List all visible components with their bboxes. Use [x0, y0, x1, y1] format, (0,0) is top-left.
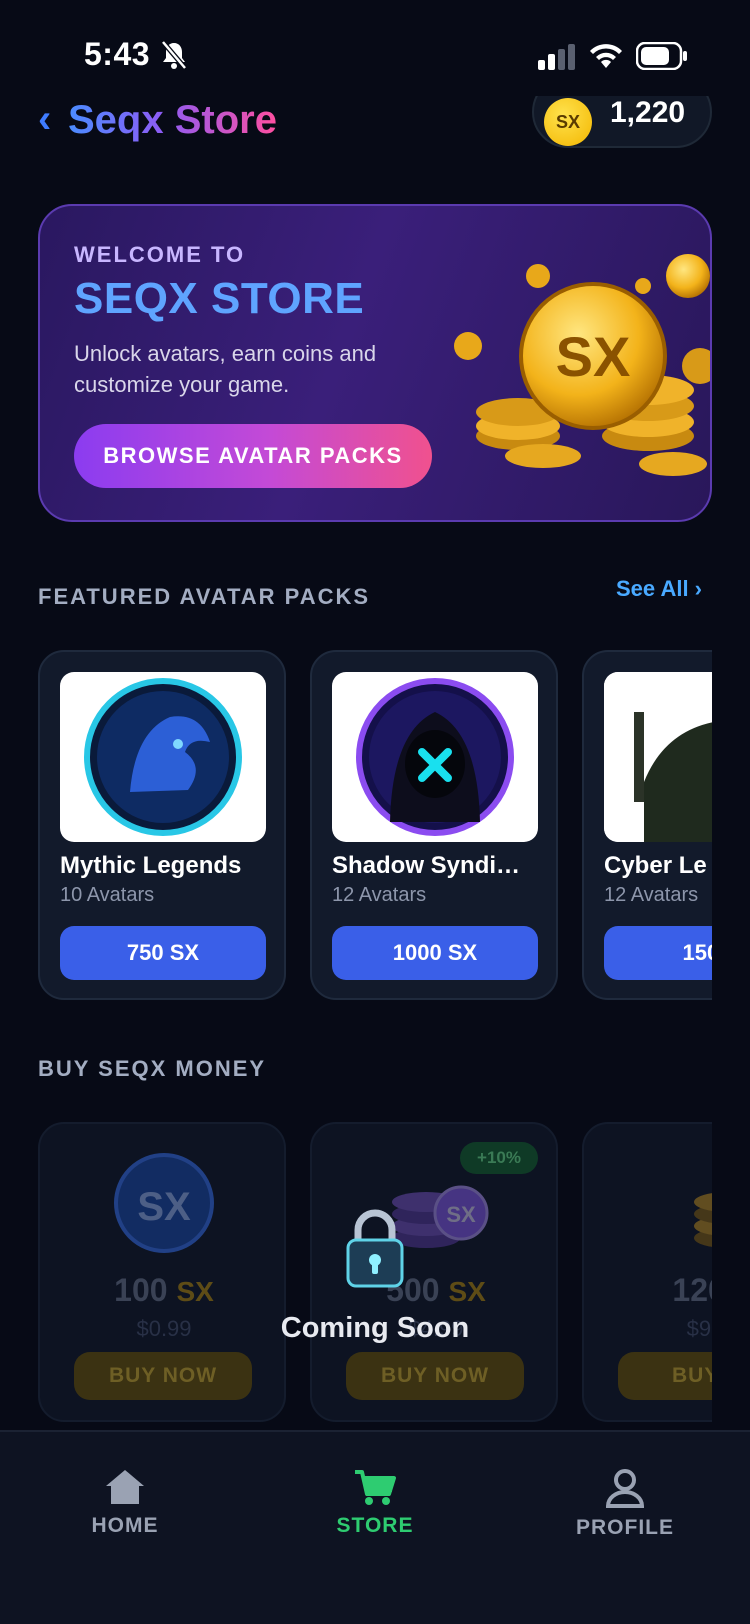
cyber-soldier-avatar-image [604, 672, 712, 842]
profile-icon [605, 1469, 645, 1508]
money-card-100: SX 100 SX $0.99 BUY NOW [38, 1122, 286, 1422]
dragon-avatar-image [84, 678, 242, 836]
pack-avatar-count: 12 Avatars [332, 884, 427, 906]
back-button[interactable]: ‹ [38, 96, 51, 142]
pack-card-shadow-syndicate[interactable]: Shadow Syndi… 12 Avatars 1000 SX [310, 650, 558, 1000]
home-icon [106, 1470, 144, 1504]
lock-icon [346, 1209, 404, 1288]
money-coin-label: SX [446, 1202, 476, 1227]
gold-coin-stack-icon [694, 1193, 712, 1247]
bonus-badge: +10% [460, 1142, 538, 1174]
sx-coin-icon: SX [114, 1153, 214, 1253]
page-header: ‹ Seqx Store SX 1,220 [38, 96, 712, 156]
status-bar: 5:43 [0, 0, 750, 110]
page-title: Seqx Store [68, 96, 277, 146]
buy-now-button: BUY N [618, 1352, 712, 1400]
pack-card-cyber[interactable]: Cyber Le 12 Avatars 1500 [582, 650, 712, 1000]
hero-description: Unlock avatars, earn coins and customize… [74, 341, 377, 397]
pack-thumbnail [332, 672, 538, 842]
coming-soon-label: Coming Soon [280, 1312, 470, 1344]
hooded-avatar-image [356, 678, 514, 836]
welcome-banner: WELCOME TO SEQX STORE Unlock avatars, ea… [38, 204, 712, 522]
nav-home-label: HOME [91, 1514, 159, 1537]
pack-name: Cyber Le [604, 852, 707, 879]
wifi-icon [590, 44, 622, 68]
cart-icon [355, 1470, 396, 1505]
coin-stack-illustration: SX [454, 254, 710, 476]
nav-profile-label: PROFILE [575, 1516, 674, 1539]
art-coin-label: SX [556, 325, 631, 388]
buy-pack-button[interactable]: 750 SX [60, 926, 266, 980]
browse-avatar-packs-button[interactable]: BROWSE AVATAR PACKS [74, 424, 432, 488]
money-amount: 1200 [672, 1272, 712, 1308]
pack-avatar-count: 10 Avatars [60, 884, 155, 906]
featured-packs-carousel[interactable]: Mythic Legends 10 Avatars 750 SX Shadow … [38, 650, 712, 1002]
nav-store[interactable]: STORE [300, 1468, 450, 1538]
bell-muted-icon [161, 40, 187, 70]
nav-home[interactable]: HOME [50, 1468, 200, 1538]
pack-name: Mythic Legends [60, 852, 242, 879]
pack-thumbnail [60, 672, 266, 842]
pack-thumbnail [604, 672, 712, 842]
pack-card-mythic-legends[interactable]: Mythic Legends 10 Avatars 750 SX [38, 650, 286, 1000]
coin-balance[interactable]: SX 1,220 [532, 96, 712, 148]
pack-avatar-count: 12 Avatars [604, 884, 699, 906]
money-amount: 100 SX [114, 1272, 214, 1308]
hero-kicker: WELCOME TO [74, 242, 246, 267]
status-time: 5:43 [84, 36, 151, 72]
buy-money-heading: BUY SEQX MONEY [38, 1056, 267, 1081]
money-card-1200: 1200 $9.9 BUY N [582, 1122, 712, 1422]
buy-pack-button[interactable]: 1500 [604, 926, 712, 980]
money-coin-label: SX [137, 1185, 191, 1229]
buy-pack-button[interactable]: 1000 SX [332, 926, 538, 980]
buy-now-button: BUY NOW [74, 1352, 252, 1400]
battery-icon [636, 42, 687, 70]
nav-profile[interactable]: PROFILE [550, 1468, 700, 1540]
pack-name: Shadow Syndi… [332, 852, 521, 879]
cellular-signal-icon [538, 44, 575, 70]
buy-now-button: BUY NOW [346, 1352, 524, 1400]
bottom-navigation: HOME STORE PROFILE [0, 1430, 750, 1624]
coin-icon: SX [544, 98, 592, 146]
nav-store-label: STORE [336, 1514, 414, 1537]
featured-heading: FEATURED AVATAR PACKS [38, 584, 371, 609]
balance-value: 1,220 [610, 96, 686, 129]
see-all-link[interactable]: See All › [616, 576, 702, 602]
hero-title: SEQX STORE [74, 274, 365, 323]
